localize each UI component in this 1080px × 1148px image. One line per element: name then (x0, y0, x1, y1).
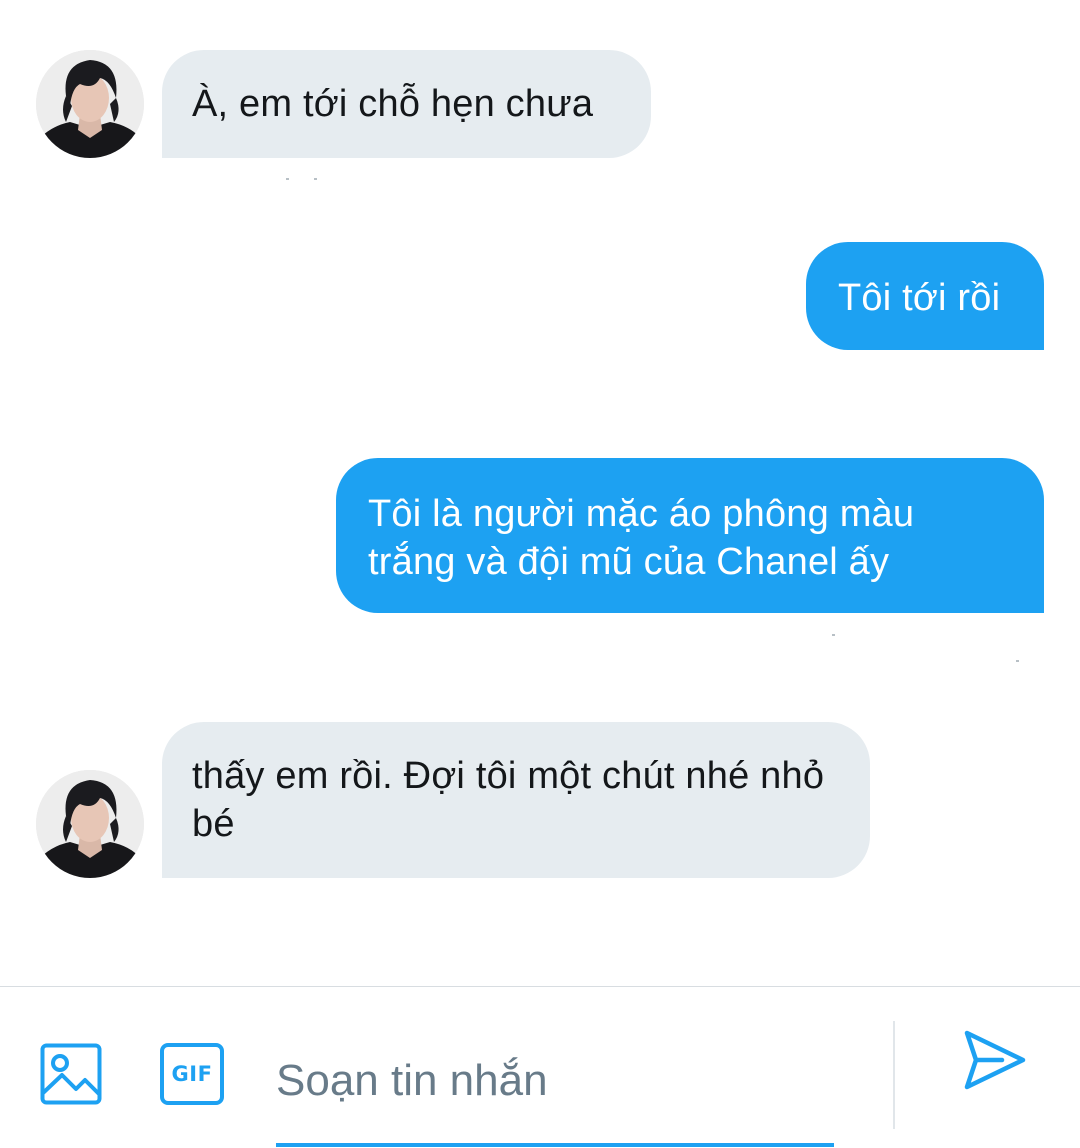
contact-avatar[interactable] (36, 50, 144, 158)
gif-button[interactable]: GIF (160, 1043, 224, 1105)
incoming-message-bubble[interactable]: thấy em rồi. Đợi tôi một chút nhé nhỏ bé (162, 722, 870, 878)
conversation-thread: À, em tới chỗ hẹn chưa Tôi tới rồi Tôi l… (0, 0, 1080, 986)
message-composer: GIF (0, 986, 1080, 1148)
divider-speck (832, 634, 835, 636)
incoming-message-bubble[interactable]: À, em tới chỗ hẹn chưa (162, 50, 651, 158)
image-icon[interactable] (40, 1043, 102, 1105)
divider-speck (286, 178, 289, 180)
outgoing-message-bubble[interactable]: Tôi tới rồi (806, 242, 1044, 350)
divider-speck (314, 178, 317, 180)
send-icon[interactable] (962, 1027, 1028, 1093)
outgoing-message-bubble[interactable]: Tôi là người mặc áo phông màu trắng và đ… (336, 458, 1044, 613)
composer-divider (893, 1021, 895, 1129)
message-text: À, em tới chỗ hẹn chưa (192, 83, 594, 125)
message-text: thấy em rồi. Đợi tôi một chút nhé nhỏ bé (192, 755, 825, 845)
gif-label: GIF (171, 1062, 213, 1086)
message-text: Tôi tới rồi (838, 277, 1001, 319)
message-text: Tôi là người mặc áo phông màu trắng và đ… (368, 493, 915, 583)
contact-avatar[interactable] (36, 770, 144, 878)
message-input[interactable] (276, 1027, 834, 1147)
divider-speck (1016, 660, 1019, 662)
